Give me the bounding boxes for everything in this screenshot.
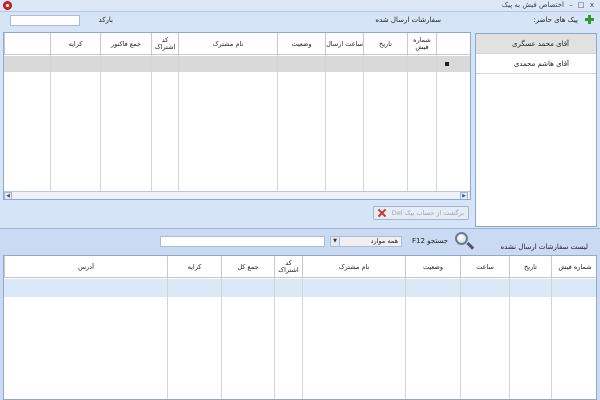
col-header-date[interactable]: تاریخ: [363, 33, 407, 55]
chevron-down-icon[interactable]: ▼: [331, 237, 340, 246]
col-header-time[interactable]: ساعت: [460, 256, 509, 278]
col-header-invoice-total[interactable]: جمع فاکتور: [100, 33, 151, 55]
horizontal-scrollbar[interactable]: ◀ ▶: [4, 191, 470, 199]
section-divider: [0, 228, 600, 229]
scroll-right-icon[interactable]: ▶: [460, 192, 468, 199]
col-header-customer-name[interactable]: نام مشترک: [302, 256, 405, 278]
unsent-orders-grid[interactable]: شماره فیش تاریخ ساعت وضعیت نام مشترک کد …: [3, 255, 597, 400]
col-header-status[interactable]: وضعیت: [405, 256, 460, 278]
filter-selected-value: همه موارد: [370, 237, 398, 245]
barcode-label: بارکد: [98, 16, 113, 24]
search-input[interactable]: [160, 236, 325, 247]
col-header-customer-name[interactable]: نام مشترک: [178, 33, 277, 55]
sent-orders-grid[interactable]: شماره فیش تاریخ ساعت ارسال وضعیت نام مشت…: [3, 32, 471, 200]
col-header-receipt-no[interactable]: شماره فیش: [551, 256, 596, 278]
grid-header: شماره فیش تاریخ ساعت ارسال وضعیت نام مشت…: [4, 33, 470, 55]
title-bar: اختصاص فیش به پیک – □ x: [0, 0, 600, 12]
search-icon[interactable]: [453, 231, 475, 251]
col-header-date[interactable]: تاریخ: [509, 256, 551, 278]
couriers-list[interactable]: آقای محمد عسگری آقای هاشم محمدی: [475, 33, 597, 227]
sent-orders-label: سفارشات ارسال شده: [375, 16, 441, 24]
col-header-subscription-code[interactable]: کد اشتراک: [151, 33, 178, 55]
courier-item[interactable]: آقای هاشم محمدی: [476, 54, 596, 74]
search-label: جستجو F12: [412, 237, 448, 245]
minimize-button[interactable]: –: [566, 0, 576, 11]
col-header-send-time[interactable]: ساعت ارسال: [325, 33, 363, 55]
row-indicator-icon: [445, 62, 449, 66]
courier-item[interactable]: آقای محمد عسگری: [476, 34, 596, 54]
col-header-address[interactable]: آدرس: [4, 256, 167, 278]
add-courier-icon[interactable]: [585, 15, 594, 24]
couriers-label: پیک های حاضر:: [533, 16, 578, 24]
return-button-label: برگشت از حساب پیک Del: [391, 209, 464, 217]
col-header-status[interactable]: وضعیت: [277, 33, 325, 55]
window-title: اختصاص فیش به پیک: [501, 1, 564, 9]
delete-x-icon: [378, 209, 386, 217]
col-header-receipt-no[interactable]: شماره فیش: [407, 33, 436, 55]
barcode-input[interactable]: [10, 15, 80, 26]
grid-header: شماره فیش تاریخ ساعت وضعیت نام مشترک کد …: [4, 256, 596, 278]
table-row[interactable]: [4, 279, 596, 297]
col-header-subscription-code[interactable]: کد اشتراک: [274, 256, 302, 278]
table-row[interactable]: [4, 56, 470, 72]
grid-corner: [436, 33, 470, 55]
app-logo-icon: [3, 1, 12, 10]
scroll-left-icon[interactable]: ◀: [4, 192, 12, 199]
col-header-fare[interactable]: کرایه: [167, 256, 221, 278]
return-from-courier-button[interactable]: برگشت از حساب پیک Del: [373, 206, 469, 220]
col-header-grand-total[interactable]: جمع کل: [221, 256, 274, 278]
filter-select[interactable]: همه موارد ▼: [330, 236, 402, 247]
close-button[interactable]: x: [587, 0, 597, 11]
col-header-filler: [4, 33, 50, 55]
restore-button[interactable]: □: [576, 0, 586, 11]
unsent-orders-label: لیست سفارشات ارسال نشده: [500, 243, 589, 251]
col-header-fare[interactable]: کرایه: [50, 33, 100, 55]
